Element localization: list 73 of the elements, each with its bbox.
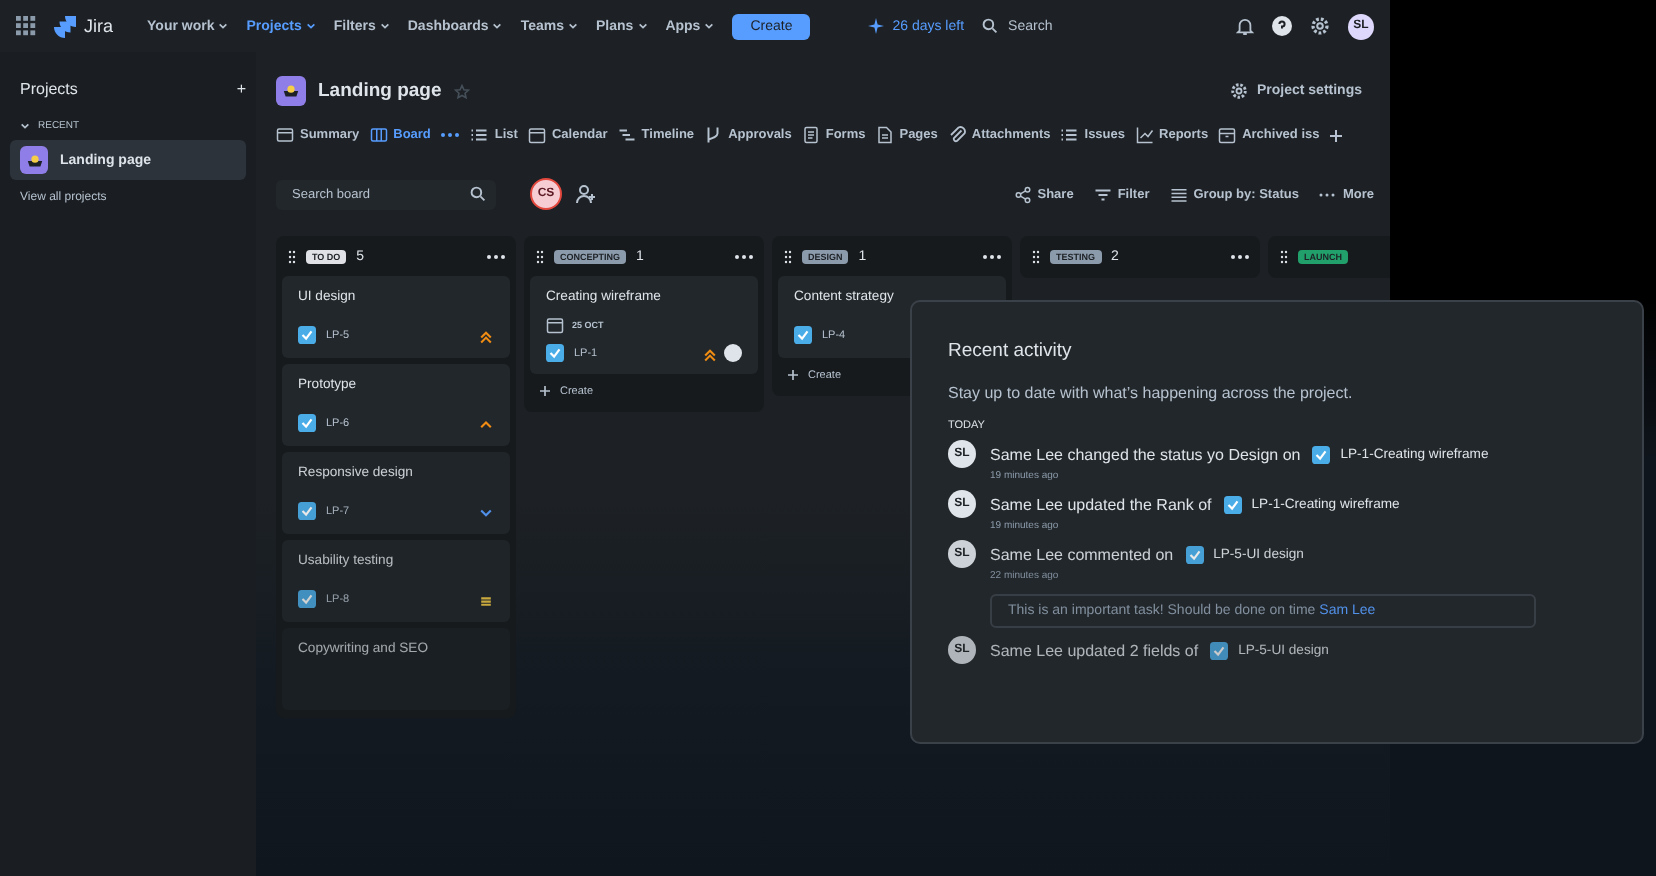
plus-icon <box>540 386 550 396</box>
notification-icon[interactable] <box>1236 17 1254 35</box>
chevron-down-icon[interactable] <box>20 122 30 130</box>
settings-icon[interactable] <box>1310 16 1330 36</box>
task-icon <box>1210 641 1229 659</box>
caret-icon <box>492 22 503 30</box>
search-icon <box>470 186 486 202</box>
task-icon <box>1185 545 1204 563</box>
caret-icon <box>218 22 229 30</box>
page-icon <box>875 126 894 144</box>
task-icon <box>298 414 316 432</box>
help-icon[interactable] <box>1272 16 1292 36</box>
drag-handle-icon[interactable] <box>536 249 544 263</box>
add-tab-icon[interactable] <box>1329 129 1342 141</box>
calendar-icon <box>527 126 546 144</box>
chevron-up-icon <box>478 415 494 431</box>
caret-icon <box>305 22 316 30</box>
timeline-icon <box>617 126 636 144</box>
drag-handle-icon[interactable] <box>1280 249 1288 263</box>
filter-icon <box>1093 185 1112 203</box>
project-icon <box>20 146 48 174</box>
add-person-icon[interactable] <box>576 184 596 204</box>
branch-icon <box>704 126 723 144</box>
drag-handle-icon[interactable] <box>1032 249 1040 263</box>
task-icon <box>546 344 564 362</box>
add-project-button[interactable]: + <box>236 80 246 98</box>
sidebar-title: Projects <box>20 80 78 98</box>
product-name: Jira <box>84 16 114 36</box>
drag-handle-icon[interactable] <box>784 249 792 263</box>
archive-icon <box>1218 126 1237 144</box>
paperclip-icon <box>947 126 966 144</box>
task-icon <box>298 326 316 344</box>
list-icon <box>470 126 489 144</box>
star-icon[interactable] <box>453 83 470 99</box>
task-icon <box>1312 445 1331 463</box>
task-icon <box>298 502 316 520</box>
caret-icon <box>379 22 390 30</box>
more-icon[interactable] <box>1230 253 1250 259</box>
more-icon[interactable] <box>486 253 506 259</box>
activity-text: Same Lee updated 2 fields of <box>990 641 1199 659</box>
sparkle-icon <box>868 18 885 34</box>
more-icon[interactable] <box>982 253 1002 259</box>
tab-more-icon[interactable] <box>440 132 461 138</box>
double-chevron-up-icon <box>702 345 718 361</box>
double-chevron-up-icon <box>478 327 494 343</box>
task-icon <box>1223 495 1242 513</box>
line-chart-icon <box>1135 126 1154 144</box>
task-icon <box>794 326 812 344</box>
list-icon <box>1169 185 1188 203</box>
caret-icon <box>637 22 648 30</box>
board-icon <box>369 126 388 144</box>
window-icon <box>276 126 294 144</box>
drag-handle-icon[interactable] <box>288 249 296 263</box>
activity-text: Same Lee commented on <box>990 545 1174 563</box>
activity-text: Same Lee updated the Rank of <box>990 495 1212 513</box>
share-icon <box>1013 185 1032 203</box>
more-icon[interactable] <box>734 253 754 259</box>
settings-icon <box>1230 82 1249 100</box>
task-icon <box>298 590 316 608</box>
list-icon <box>1060 126 1079 144</box>
app-grid-icon[interactable] <box>16 16 36 36</box>
equals-icon <box>478 591 494 607</box>
calendar-icon <box>546 316 564 334</box>
form-icon <box>801 126 820 144</box>
project-title: Landing page <box>318 80 442 102</box>
activity-text: Same Lee changed the status yo Design on <box>990 445 1301 463</box>
logo-icon[interactable] <box>54 15 76 37</box>
plus-icon <box>788 370 798 380</box>
caret-icon <box>704 22 715 30</box>
search-icon <box>982 18 999 34</box>
project-icon <box>276 76 306 106</box>
caret-icon <box>568 22 579 30</box>
panel-subtitle: Stay up to date with what’s happening across the project. <box>948 384 1355 402</box>
